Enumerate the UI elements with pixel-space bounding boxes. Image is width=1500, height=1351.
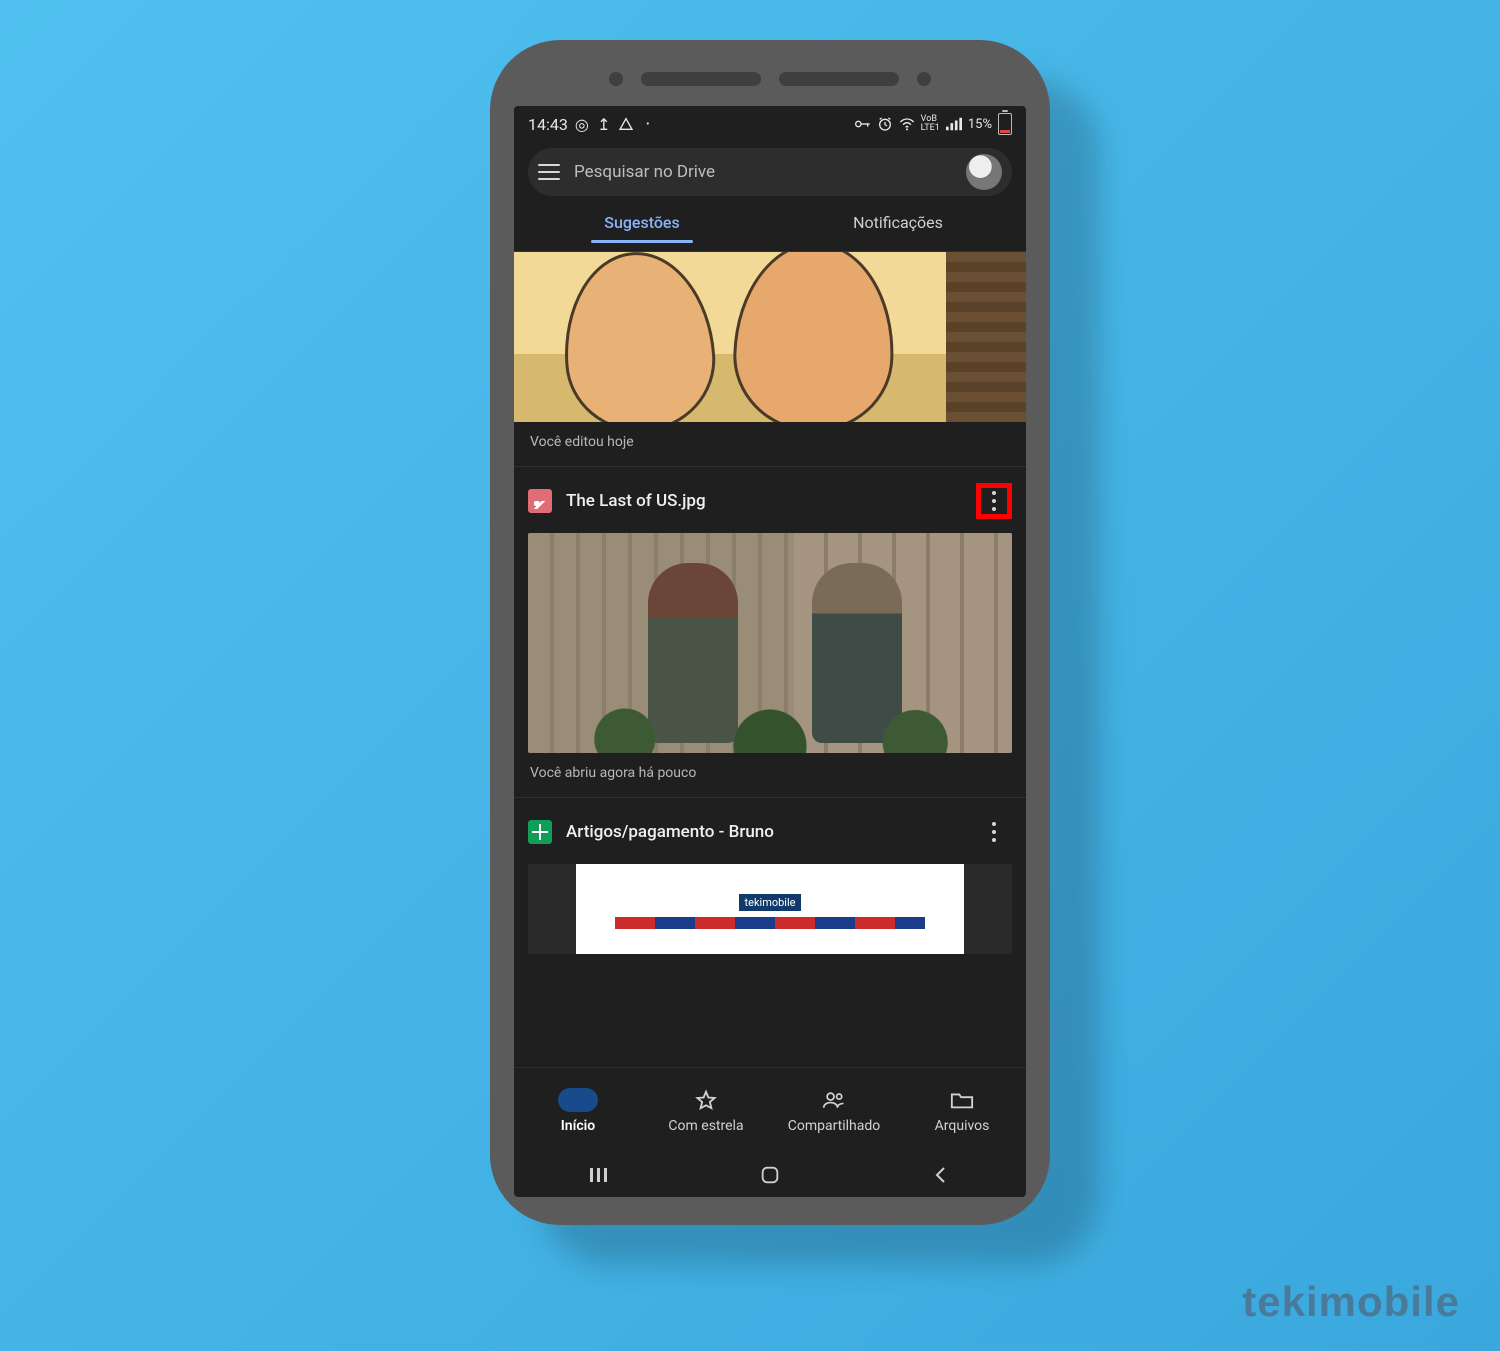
feed-card: Artigos/pagamento - Bruno tekimobile bbox=[514, 798, 1026, 968]
phone-frame: 14:43 ◎ ↥ • VoBLTE1 bbox=[490, 40, 1050, 1225]
back-button[interactable] bbox=[911, 1166, 971, 1184]
nav-files[interactable]: Arquivos bbox=[898, 1068, 1026, 1153]
status-time: 14:43 bbox=[528, 115, 568, 134]
home-icon bbox=[558, 1088, 598, 1112]
alarm-icon bbox=[877, 116, 893, 132]
feed-card: Você editou hoje bbox=[514, 252, 1026, 467]
status-bar: 14:43 ◎ ↥ • VoBLTE1 bbox=[514, 106, 1026, 142]
search-bar[interactable]: Pesquisar no Drive bbox=[528, 148, 1012, 196]
feed-card: The Last of US.jpg Você abriu agora há p… bbox=[514, 467, 1026, 798]
more-vertical-icon bbox=[992, 822, 996, 842]
folder-icon bbox=[949, 1088, 975, 1112]
bottom-nav: Início Com estrela Compartilhado Arquivo… bbox=[514, 1067, 1026, 1153]
card-thumbnail[interactable]: tekimobile bbox=[528, 864, 1012, 954]
volte-icon: VoBLTE1 bbox=[921, 115, 940, 133]
watermark: tekimobile bbox=[1242, 1278, 1460, 1326]
feed[interactable]: Você editou hoje The Last of US.jpg bbox=[514, 252, 1026, 1067]
doc-logo: tekimobile bbox=[739, 894, 802, 911]
status-dot-icon: • bbox=[640, 116, 656, 132]
nav-label: Com estrela bbox=[668, 1118, 743, 1134]
nav-shared[interactable]: Compartilhado bbox=[770, 1068, 898, 1153]
nav-label: Compartilhado bbox=[788, 1118, 881, 1134]
signal-icon bbox=[946, 116, 962, 132]
spreadsheet-file-icon bbox=[528, 820, 552, 844]
screen: 14:43 ◎ ↥ • VoBLTE1 bbox=[514, 106, 1026, 1197]
card-thumbnail[interactable] bbox=[528, 533, 1012, 753]
recents-button[interactable] bbox=[569, 1166, 629, 1184]
nav-label: Início bbox=[561, 1118, 595, 1134]
image-file-icon bbox=[528, 489, 552, 513]
more-options-button[interactable] bbox=[976, 483, 1012, 519]
search-placeholder[interactable]: Pesquisar no Drive bbox=[574, 162, 952, 182]
card-caption: Você editou hoje bbox=[514, 422, 1026, 452]
doc-stripe bbox=[615, 917, 925, 929]
vpn-key-icon bbox=[855, 116, 871, 132]
card-thumbnail[interactable] bbox=[514, 252, 1026, 422]
more-vertical-icon bbox=[992, 491, 996, 511]
phone-hardware-sensors bbox=[490, 68, 1050, 90]
upload-icon: ↥ bbox=[596, 116, 612, 132]
file-title[interactable]: Artigos/pagamento - Bruno bbox=[566, 822, 962, 842]
nav-home[interactable]: Início bbox=[514, 1068, 642, 1153]
wifi-icon bbox=[899, 116, 915, 132]
tab-notifications[interactable]: Notificações bbox=[770, 213, 1026, 242]
battery-icon bbox=[998, 113, 1012, 135]
android-system-nav bbox=[514, 1153, 1026, 1197]
people-icon bbox=[821, 1088, 847, 1112]
star-icon bbox=[693, 1088, 719, 1112]
cloud-icon bbox=[618, 116, 634, 132]
avatar[interactable] bbox=[966, 154, 1002, 190]
more-options-button[interactable] bbox=[976, 814, 1012, 850]
content-tabs: Sugestões Notificações bbox=[514, 204, 1026, 252]
home-button[interactable] bbox=[740, 1164, 800, 1186]
hamburger-menu-icon[interactable] bbox=[538, 164, 560, 180]
nav-label: Arquivos bbox=[935, 1118, 990, 1134]
screenshot-icon: ◎ bbox=[574, 116, 590, 132]
card-caption: Você abriu agora há pouco bbox=[514, 753, 1026, 783]
file-title[interactable]: The Last of US.jpg bbox=[566, 491, 962, 511]
nav-starred[interactable]: Com estrela bbox=[642, 1068, 770, 1153]
battery-percent: 15% bbox=[968, 117, 992, 132]
tab-suggestions[interactable]: Sugestões bbox=[514, 213, 770, 242]
